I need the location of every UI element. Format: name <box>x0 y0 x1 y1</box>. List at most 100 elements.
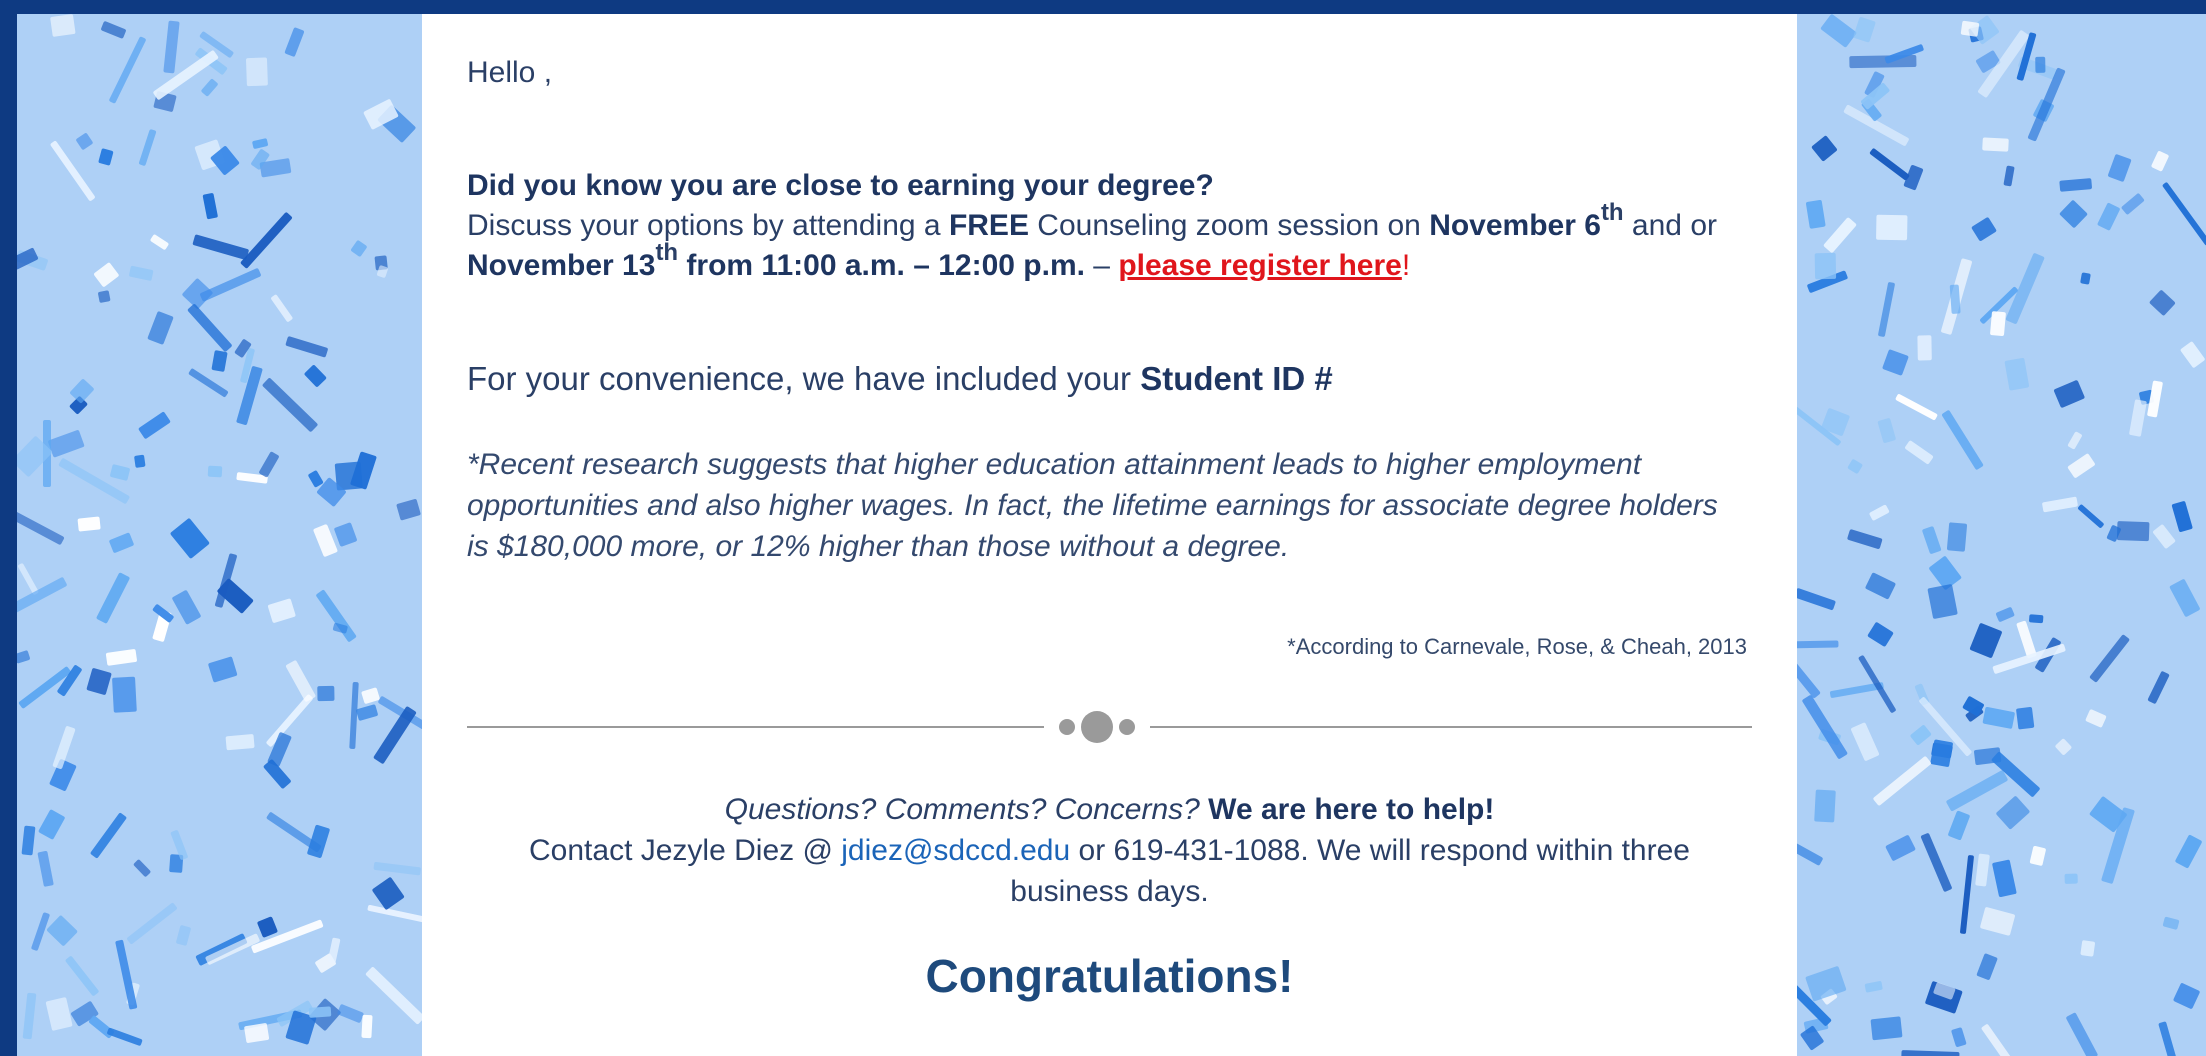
confetti-piece <box>129 265 154 281</box>
confetti-piece <box>333 522 358 547</box>
confetti-piece <box>1805 200 1826 229</box>
confetti-piece <box>236 365 263 425</box>
confetti-piece <box>1864 980 1884 993</box>
line2-prefix: Discuss your options by attending a <box>467 209 949 242</box>
help-text: We are here to help! <box>1199 793 1495 826</box>
confetti-piece <box>331 622 348 635</box>
confetti-piece <box>1865 572 1897 600</box>
confetti-piece <box>245 57 268 87</box>
research-note: *Recent research suggests that higher ed… <box>467 448 1718 563</box>
confetti-piece <box>1982 706 2016 730</box>
confetti-piece <box>2034 57 2046 74</box>
confetti-piece <box>304 364 328 388</box>
confetti-piece <box>327 937 342 965</box>
confetti-piece <box>21 825 36 855</box>
confetti-piece <box>216 577 255 614</box>
confetti-piece <box>1878 281 1896 338</box>
confetti-piece <box>169 517 211 559</box>
confetti-piece <box>2168 579 2201 618</box>
date-1-suffix: th <box>1600 199 1624 226</box>
confetti-piece <box>1871 755 1932 807</box>
confetti-piece <box>315 588 357 643</box>
contact-suffix: or 619-431-1088. We will respond within … <box>1010 834 1690 908</box>
confetti-piece <box>2015 706 2034 730</box>
confetti-piece <box>2120 192 2146 216</box>
greeting: Hello , <box>467 56 553 89</box>
confetti-piece <box>360 1014 373 1038</box>
confetti-piece <box>244 1023 270 1044</box>
confetti-piece <box>270 293 294 323</box>
confetti-piece <box>147 310 175 345</box>
confetti-piece <box>285 660 317 703</box>
confetti-piece <box>1819 14 1857 48</box>
confetti-piece <box>93 262 120 288</box>
confetti-piece <box>256 915 278 938</box>
confetti-piece <box>1900 1049 1960 1056</box>
confetti-piece <box>2173 981 2202 1010</box>
confetti-piece <box>2179 340 2206 369</box>
confetti-piece <box>2053 379 2086 409</box>
confetti-piece <box>2107 153 2132 183</box>
confetti-piece <box>1805 965 1847 1001</box>
date-2: November 13 <box>467 249 656 282</box>
confetti-piece <box>2088 634 2130 684</box>
confetti-piece <box>1980 906 2016 936</box>
confetti-piece <box>1980 1023 2031 1056</box>
date-2-suffix: th <box>655 239 679 266</box>
confetti-piece <box>2171 500 2194 533</box>
confetti-piece <box>2004 357 2030 391</box>
confetti-piece <box>1916 335 1932 361</box>
confetti-piece <box>316 685 335 702</box>
confetti-piece <box>1823 217 1857 254</box>
email-body: Hello , Did you know you are close to ea… <box>422 14 1797 1056</box>
confetti-piece <box>148 234 169 252</box>
confetti-piece <box>1951 1027 1967 1048</box>
confetti-piece <box>30 912 50 952</box>
divider-line-right <box>1150 726 1752 728</box>
confetti-piece <box>1947 810 1971 841</box>
confetti-piece <box>163 20 181 74</box>
confetti-piece <box>109 464 131 482</box>
confetti-piece <box>239 211 293 269</box>
confetti-piece <box>1922 525 1942 554</box>
confetti-piece <box>208 465 223 478</box>
confetti-piece <box>1970 217 1997 243</box>
confetti-piece <box>1884 834 1916 862</box>
register-link[interactable]: please register here <box>1118 249 1402 282</box>
confetti-piece <box>1895 393 1939 421</box>
confetti-piece <box>2054 738 2073 756</box>
confetti-piece <box>65 955 100 997</box>
confetti-piece <box>350 450 378 490</box>
confetti-piece <box>95 572 130 625</box>
confetti-piece <box>138 411 172 440</box>
divider-dot <box>1059 719 1075 735</box>
confetti-piece <box>1904 439 1934 465</box>
confetti-piece <box>2058 177 2092 192</box>
contact-email-link[interactable]: jdiez@sdccd.edu <box>841 834 1070 867</box>
confetti-piece <box>2067 431 2083 450</box>
confetti-piece <box>2148 289 2177 317</box>
confetti-piece <box>1974 853 1990 887</box>
confetti-piece <box>97 147 114 166</box>
contact-line: Contact Jezyle Diez @ jdiez@sdccd.edu or… <box>495 830 1725 912</box>
confetti-piece <box>1991 859 2017 898</box>
confetti-piece <box>1976 952 1999 981</box>
confetti-piece <box>1797 587 1837 611</box>
confetti-piece <box>2150 150 2169 173</box>
confetti-piece <box>356 704 379 722</box>
confetti-piece <box>1946 521 1967 552</box>
confetti-piece <box>171 589 202 625</box>
confetti-piece <box>285 335 329 358</box>
contact-prefix: Contact Jezyle Diez @ <box>529 834 842 867</box>
confetti-piece <box>2161 181 2206 247</box>
student-id-label: Student ID # <box>1140 360 1333 397</box>
confetti-piece <box>1850 722 1880 762</box>
confetti-piece <box>1876 417 1897 444</box>
confetti-piece <box>2116 521 2150 542</box>
confetti-piece <box>1801 694 1848 761</box>
confetti-piece <box>58 457 130 504</box>
confetti-piece <box>1866 621 1894 648</box>
confetti-piece <box>268 597 297 624</box>
confetti-piece <box>191 234 250 261</box>
confetti-piece <box>2029 613 2044 624</box>
